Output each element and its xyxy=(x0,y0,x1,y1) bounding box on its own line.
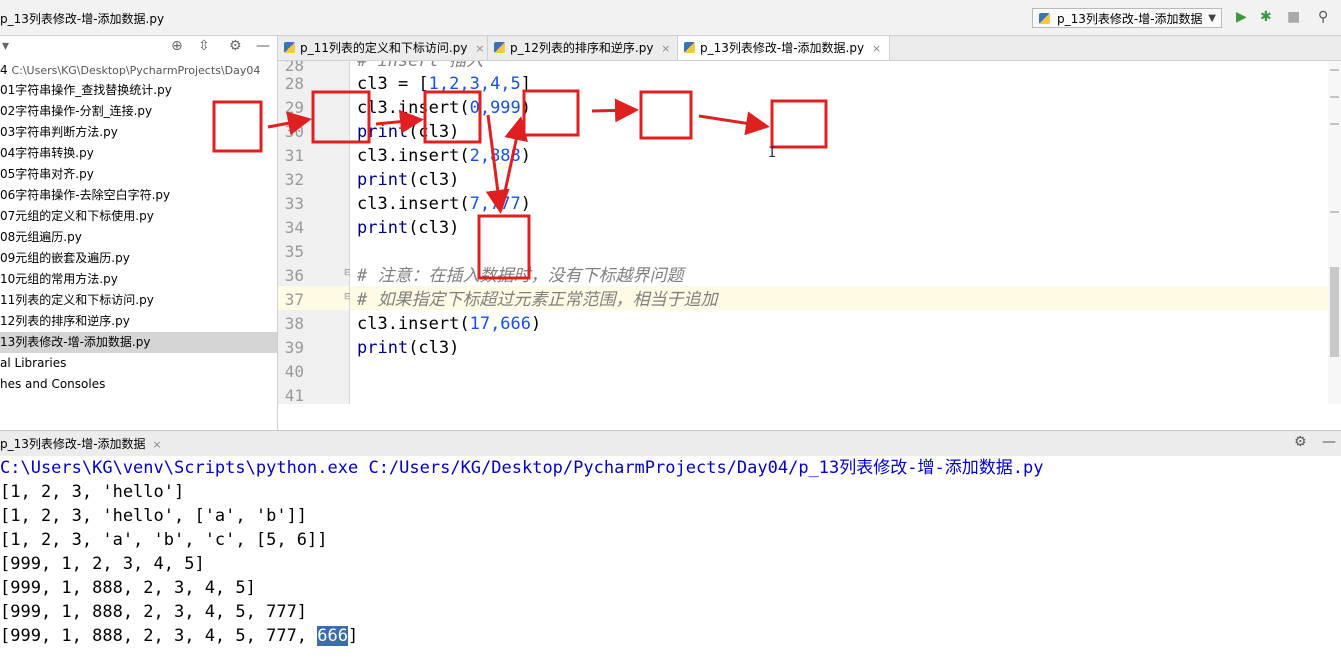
line-number: 34 xyxy=(284,218,304,237)
search-icon[interactable]: ⚲ xyxy=(1318,10,1328,24)
line-number: 36 xyxy=(284,266,304,285)
close-icon[interactable]: × xyxy=(152,438,161,451)
editor-bottom-area xyxy=(350,404,1328,428)
tab-p13[interactable]: p_13列表修改-增-添加数据.py × xyxy=(678,36,890,60)
console-output-line: [999, 1, 2, 3, 4, 5] xyxy=(0,554,205,574)
code-line-34: print(cl3) xyxy=(357,218,460,238)
python-file-icon xyxy=(284,42,295,53)
tree-scratches-consoles[interactable]: hes and Consoles xyxy=(0,374,277,395)
selected-text: 666 xyxy=(317,626,348,646)
console-output-line-last: [999, 1, 888, 2, 3, 4, 5, 777, 666] xyxy=(0,626,359,646)
console-output-line: [1, 2, 3, 'hello', ['a', 'b']] xyxy=(0,506,308,526)
collapse-icon[interactable]: ⇳ xyxy=(198,38,210,54)
tree-file-07[interactable]: 07元组的定义和下标使用.py xyxy=(0,206,277,227)
line-number: 39 xyxy=(284,338,304,357)
editor-scrollbar[interactable] xyxy=(1328,61,1341,404)
tree-file-01[interactable]: 01字符串操作_查找替换统计.py xyxy=(0,80,277,101)
line-number: 29 xyxy=(284,98,304,117)
tab-p11[interactable]: p_11列表的定义和下标访问.py × xyxy=(278,36,488,60)
python-file-icon xyxy=(494,42,505,53)
tree-file-12[interactable]: 12列表的排序和逆序.py xyxy=(0,311,277,332)
close-icon[interactable]: × xyxy=(872,42,881,55)
code-line-38: cl3.insert(17,666) xyxy=(357,314,542,334)
python-file-icon xyxy=(684,42,695,53)
run-console[interactable]: C:\Users\KG\venv\Scripts\python.exe C:/U… xyxy=(0,456,1341,665)
tree-file-10[interactable]: 10元组的常用方法.py xyxy=(0,269,277,290)
chevron-down-icon: ▼ xyxy=(1208,13,1216,24)
line-number: 40 xyxy=(284,362,304,381)
tab-label: p_11列表的定义和下标访问.py xyxy=(300,41,468,55)
console-output-line: [1, 2, 3, 'a', 'b', 'c', [5, 6]] xyxy=(0,530,328,550)
project-root-path: C:\Users\KG\Desktop\PycharmProjects\Day0… xyxy=(11,64,261,77)
tree-file-13-selected[interactable]: 13列表修改-增-添加数据.py xyxy=(0,332,277,353)
code-line-33: cl3.insert(7,777) xyxy=(357,194,532,214)
locate-icon[interactable]: ⊕ xyxy=(171,38,183,54)
line-number: 32 xyxy=(284,170,304,189)
gear-icon[interactable]: ⚙ xyxy=(229,38,242,54)
run-tab-label: p_13列表修改-增-添加数据 xyxy=(0,437,146,451)
line-number: 38 xyxy=(284,314,304,333)
line-number: 37 xyxy=(284,290,304,309)
run-config-label: p_13列表修改-增-添加数据 xyxy=(1057,12,1203,26)
editor-tabs: p_11列表的定义和下标访问.py × p_12列表的排序和逆序.py × p_… xyxy=(278,36,1341,61)
tree-file-06[interactable]: 06字符串操作-去除空白字符.py xyxy=(0,185,277,206)
chevron-down-icon[interactable]: ▾ xyxy=(2,38,9,54)
code-editor[interactable]: # insert 插入 cl3 = [1,2,3,4,5] cl3.insert… xyxy=(350,61,1328,404)
run-config-dropdown[interactable]: p_13列表修改-增-添加数据 ▼ xyxy=(1032,8,1222,28)
minimize-icon[interactable]: — xyxy=(256,38,270,54)
line-number: 31 xyxy=(284,146,304,165)
run-panel-header: p_13列表修改-增-添加数据 × ⚙ — xyxy=(0,430,1341,457)
line-number: 30 xyxy=(284,122,304,141)
code-line-32: print(cl3) xyxy=(357,170,460,190)
stop-icon[interactable]: ■ xyxy=(1287,10,1300,24)
console-output-line: [999, 1, 888, 2, 3, 4, 5, 777] xyxy=(0,602,308,622)
code-line-39: print(cl3) xyxy=(357,338,460,358)
line-number: 41 xyxy=(284,386,304,404)
tab-p12[interactable]: p_12列表的排序和逆序.py × xyxy=(488,36,678,60)
project-panel: ▾ ⊕ ⇳ ⚙ — 4 C:\Users\KG\Desktop\PycharmP… xyxy=(0,36,278,430)
run-tab[interactable]: p_13列表修改-增-添加数据 × xyxy=(0,435,162,452)
bug-icon[interactable]: ✱ xyxy=(1260,10,1272,24)
project-root[interactable]: 4 C:\Users\KG\Desktop\PycharmProjects\Da… xyxy=(0,60,277,81)
scroll-marker xyxy=(1330,211,1339,213)
tab-label: p_12列表的排序和逆序.py xyxy=(510,41,654,55)
project-root-label: 4 xyxy=(0,63,8,77)
code-line-29: cl3.insert(0,999) xyxy=(357,98,532,118)
window-title: p_13列表修改-增-添加数据.py xyxy=(0,12,165,26)
code-line-28: cl3 = [1,2,3,4,5] xyxy=(357,74,532,94)
line-number-gutter: 28 28 29 30 31 32 33 34 35 36 37 38 39 4… xyxy=(278,61,350,404)
close-icon[interactable]: × xyxy=(475,42,484,55)
console-output-line: [1, 2, 3, 'hello'] xyxy=(0,482,185,502)
python-file-icon xyxy=(1039,13,1050,24)
console-output-line: [999, 1, 888, 2, 3, 4, 5] xyxy=(0,578,256,598)
tree-file-09[interactable]: 09元组的嵌套及遍历.py xyxy=(0,248,277,269)
scroll-marker xyxy=(1330,96,1339,98)
tree-file-03[interactable]: 03字符串判断方法.py xyxy=(0,122,277,143)
tree-file-05[interactable]: 05字符串对齐.py xyxy=(0,164,277,185)
code-line-36: # 注意：在插入数据时，没有下标越界问题 xyxy=(357,266,684,286)
close-icon[interactable]: × xyxy=(661,42,670,55)
tab-label: p_13列表修改-增-添加数据.py xyxy=(700,41,865,55)
minimize-icon[interactable]: — xyxy=(1322,434,1336,450)
line-number: 35 xyxy=(284,242,304,261)
code-line-37: # 如果指定下标超过元素正常范围，相当于追加 xyxy=(357,290,718,310)
scroll-marker xyxy=(1330,123,1339,125)
gear-icon[interactable]: ⚙ xyxy=(1294,434,1307,450)
code-line-30: print(cl3) xyxy=(357,122,460,142)
line-number: 33 xyxy=(284,194,304,213)
scroll-marker xyxy=(1330,69,1339,71)
tree-external-libraries[interactable]: al Libraries xyxy=(0,353,277,374)
project-toolbar: ▾ ⊕ ⇳ ⚙ — xyxy=(0,36,277,58)
code-line-31: cl3.insert(2,888) xyxy=(357,146,532,166)
play-icon[interactable]: ▶ xyxy=(1236,10,1247,24)
tree-file-04[interactable]: 04字符串转换.py xyxy=(0,143,277,164)
line-number: 28 xyxy=(284,74,304,93)
scrollbar-thumb[interactable] xyxy=(1330,267,1339,357)
tree-file-11[interactable]: 11列表的定义和下标访问.py xyxy=(0,290,277,311)
tree-file-08[interactable]: 08元组遍历.py xyxy=(0,227,277,248)
tree-file-02[interactable]: 02字符串操作-分割_连接.py xyxy=(0,101,277,122)
title-bar: p_13列表修改-增-添加数据.py p_13列表修改-增-添加数据 ▼ ▶ ✱… xyxy=(0,0,1341,36)
console-command: C:\Users\KG\venv\Scripts\python.exe C:/U… xyxy=(0,458,1044,478)
